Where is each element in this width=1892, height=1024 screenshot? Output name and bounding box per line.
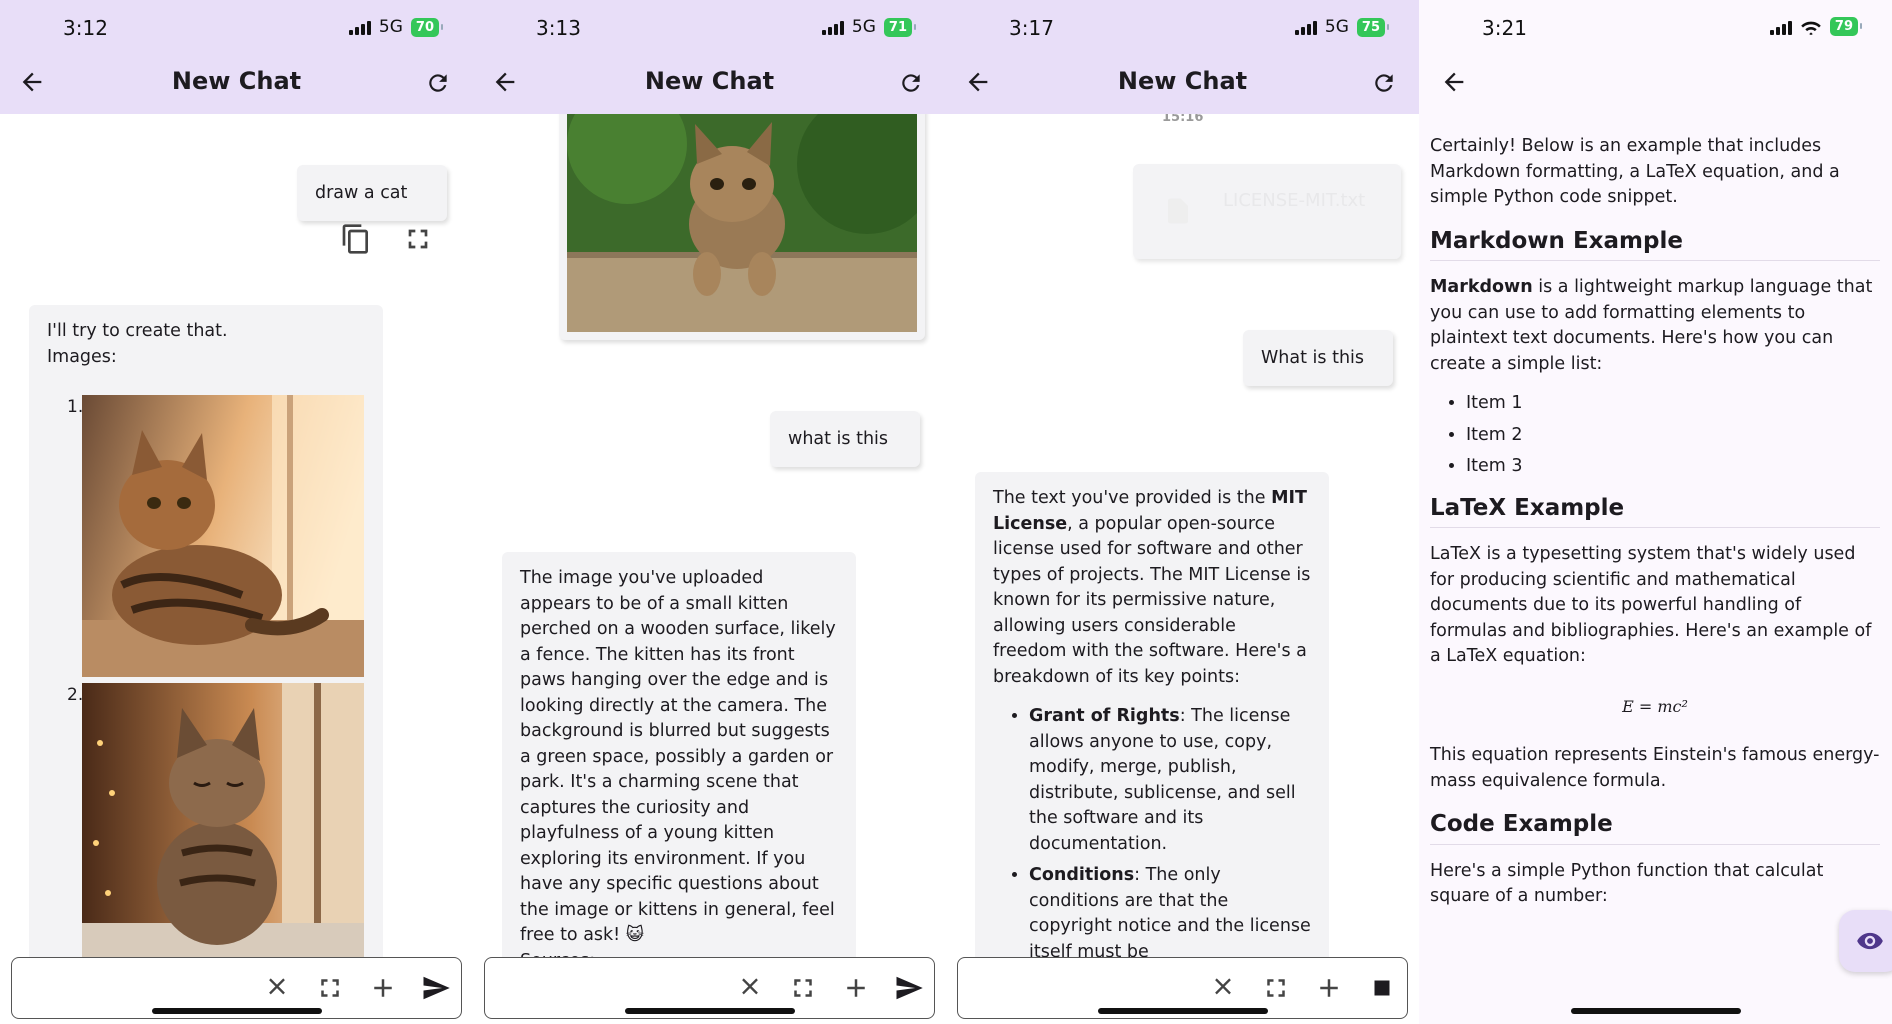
status-icons: 5G 75 [1294, 17, 1390, 37]
app-bar: 3:13 5G 71 New Chat [473, 0, 946, 114]
user-message: draw a cat [297, 165, 447, 221]
equation-note: This equation represents Einstein's famo… [1430, 745, 1880, 791]
network-label: 5G [378, 17, 403, 37]
user-message: what is this [770, 411, 920, 467]
file-name: LICENSE-MIT.txt [1223, 190, 1366, 211]
assistant-message: The text you've provided is the MIT Lice… [975, 472, 1329, 1012]
list-item: Conditions: The only conditions are that… [1029, 863, 1311, 965]
screen-4: 3:21 79 Certainly! Below is an example t… [1419, 0, 1892, 1024]
page-title: New Chat [644, 67, 775, 95]
eye-icon [1857, 932, 1883, 950]
fullscreen-icon[interactable] [402, 223, 434, 255]
back-arrow-icon[interactable] [1440, 68, 1468, 96]
app-bar: 3:12 5G 70 New Chat [0, 0, 473, 114]
refresh-icon[interactable] [1371, 70, 1397, 96]
close-icon[interactable] [262, 973, 292, 1003]
screen-3: 3:17 5G 75 New Chat 15:16 LICENSE-MIT.tx… [946, 0, 1419, 1024]
status-time: 3:13 [536, 16, 581, 40]
wifi-icon [1801, 21, 1821, 35]
file-attachment[interactable]: LICENSE-MIT.txt [1133, 164, 1401, 259]
status-time: 3:12 [63, 16, 108, 40]
heading-latex: LaTeX Example [1430, 495, 1880, 528]
home-indicator [625, 1008, 795, 1014]
list-item: Grant of Rights: The license allows anyo… [1029, 704, 1311, 857]
item-list: Item 1 Item 2 Item 3 [1430, 391, 1880, 480]
message-actions [340, 223, 434, 255]
status-icons: 5G 70 [348, 17, 444, 37]
page-title: New Chat [171, 67, 302, 95]
battery-icon: 79 [1829, 17, 1863, 36]
home-indicator [1571, 1008, 1741, 1014]
assistant-message: I'll try to create that. Images: 1. 2. [29, 305, 383, 1005]
generated-cat-image[interactable] [82, 683, 364, 965]
user-message: What is this [1243, 330, 1393, 386]
signal-icon [1769, 19, 1792, 35]
home-indicator [152, 1008, 322, 1014]
list-item: Item 3 [1466, 454, 1880, 480]
app-bar: 3:17 5G 75 New Chat [946, 0, 1419, 114]
assistant-text: The image you've uploaded appears to be … [520, 568, 836, 945]
file-icon [1168, 198, 1188, 224]
image-number: 1. [67, 397, 84, 417]
heading-code: Code Example [1430, 811, 1880, 845]
markdown-paragraph: Markdown is a lightweight markup languag… [1430, 277, 1873, 374]
assistant-line: Images: [47, 346, 117, 367]
markdown-preview: Certainly! Below is an example that incl… [1430, 134, 1880, 910]
close-icon[interactable] [1208, 973, 1238, 1003]
battery-icon: 75 [1356, 17, 1390, 37]
assistant-intro: The text you've provided is the MIT Lice… [993, 488, 1311, 687]
signal-icon [348, 19, 371, 35]
image-number: 2. [67, 685, 84, 705]
list-item: Item 2 [1466, 423, 1880, 449]
status-time: 3:17 [1009, 16, 1054, 40]
battery-icon: 70 [410, 17, 444, 37]
add-icon[interactable] [841, 973, 871, 1003]
copy-icon[interactable] [340, 223, 372, 255]
screen-1: 3:12 5G 70 New Chat draw a cat I'll try … [0, 0, 473, 1024]
home-indicator [1098, 1008, 1268, 1014]
fullscreen-icon[interactable] [315, 973, 345, 1003]
latex-equation: E = mc² [1622, 696, 1688, 716]
status-icons: 5G 71 [821, 17, 917, 37]
preview-toggle-button[interactable] [1839, 910, 1892, 972]
close-icon[interactable] [735, 973, 765, 1003]
code-paragraph: Here's a simple Python function that cal… [1430, 860, 1824, 881]
page-title: New Chat [1117, 67, 1248, 95]
list-item: Item 1 [1466, 391, 1880, 417]
signal-icon [821, 19, 844, 35]
refresh-icon[interactable] [425, 70, 451, 96]
send-icon[interactable] [894, 973, 924, 1003]
assistant-line: I'll try to create that. [47, 321, 228, 341]
network-label: 5G [851, 17, 876, 37]
add-icon[interactable] [368, 973, 398, 1003]
assistant-message: The image you've uploaded appears to be … [502, 552, 856, 1012]
key-points-list: Grant of Rights: The license allows anyo… [993, 704, 1311, 965]
latex-paragraph: LaTeX is a typesetting system that's wid… [1430, 544, 1872, 666]
network-label: 5G [1324, 17, 1349, 37]
uploaded-kitten-image[interactable] [559, 104, 925, 340]
add-icon[interactable] [1314, 973, 1344, 1003]
fullscreen-icon[interactable] [1261, 973, 1291, 1003]
status-time: 3:21 [1482, 16, 1527, 40]
heading-markdown: Markdown Example [1430, 228, 1880, 261]
intro-text: Certainly! Below is an example that incl… [1430, 136, 1840, 207]
app-bar: 3:21 79 [1419, 0, 1892, 114]
screen-2: 3:13 5G 71 New Chat what is this The ima… [473, 0, 946, 1024]
stop-icon[interactable] [1367, 973, 1397, 1003]
send-icon[interactable] [421, 973, 451, 1003]
code-paragraph: square of a number: [1430, 886, 1608, 906]
generated-cat-image[interactable] [82, 395, 364, 677]
status-icons: 79 [1769, 17, 1863, 36]
refresh-icon[interactable] [898, 70, 924, 96]
battery-icon: 71 [883, 17, 917, 37]
signal-icon [1294, 19, 1317, 35]
fullscreen-icon[interactable] [788, 973, 818, 1003]
